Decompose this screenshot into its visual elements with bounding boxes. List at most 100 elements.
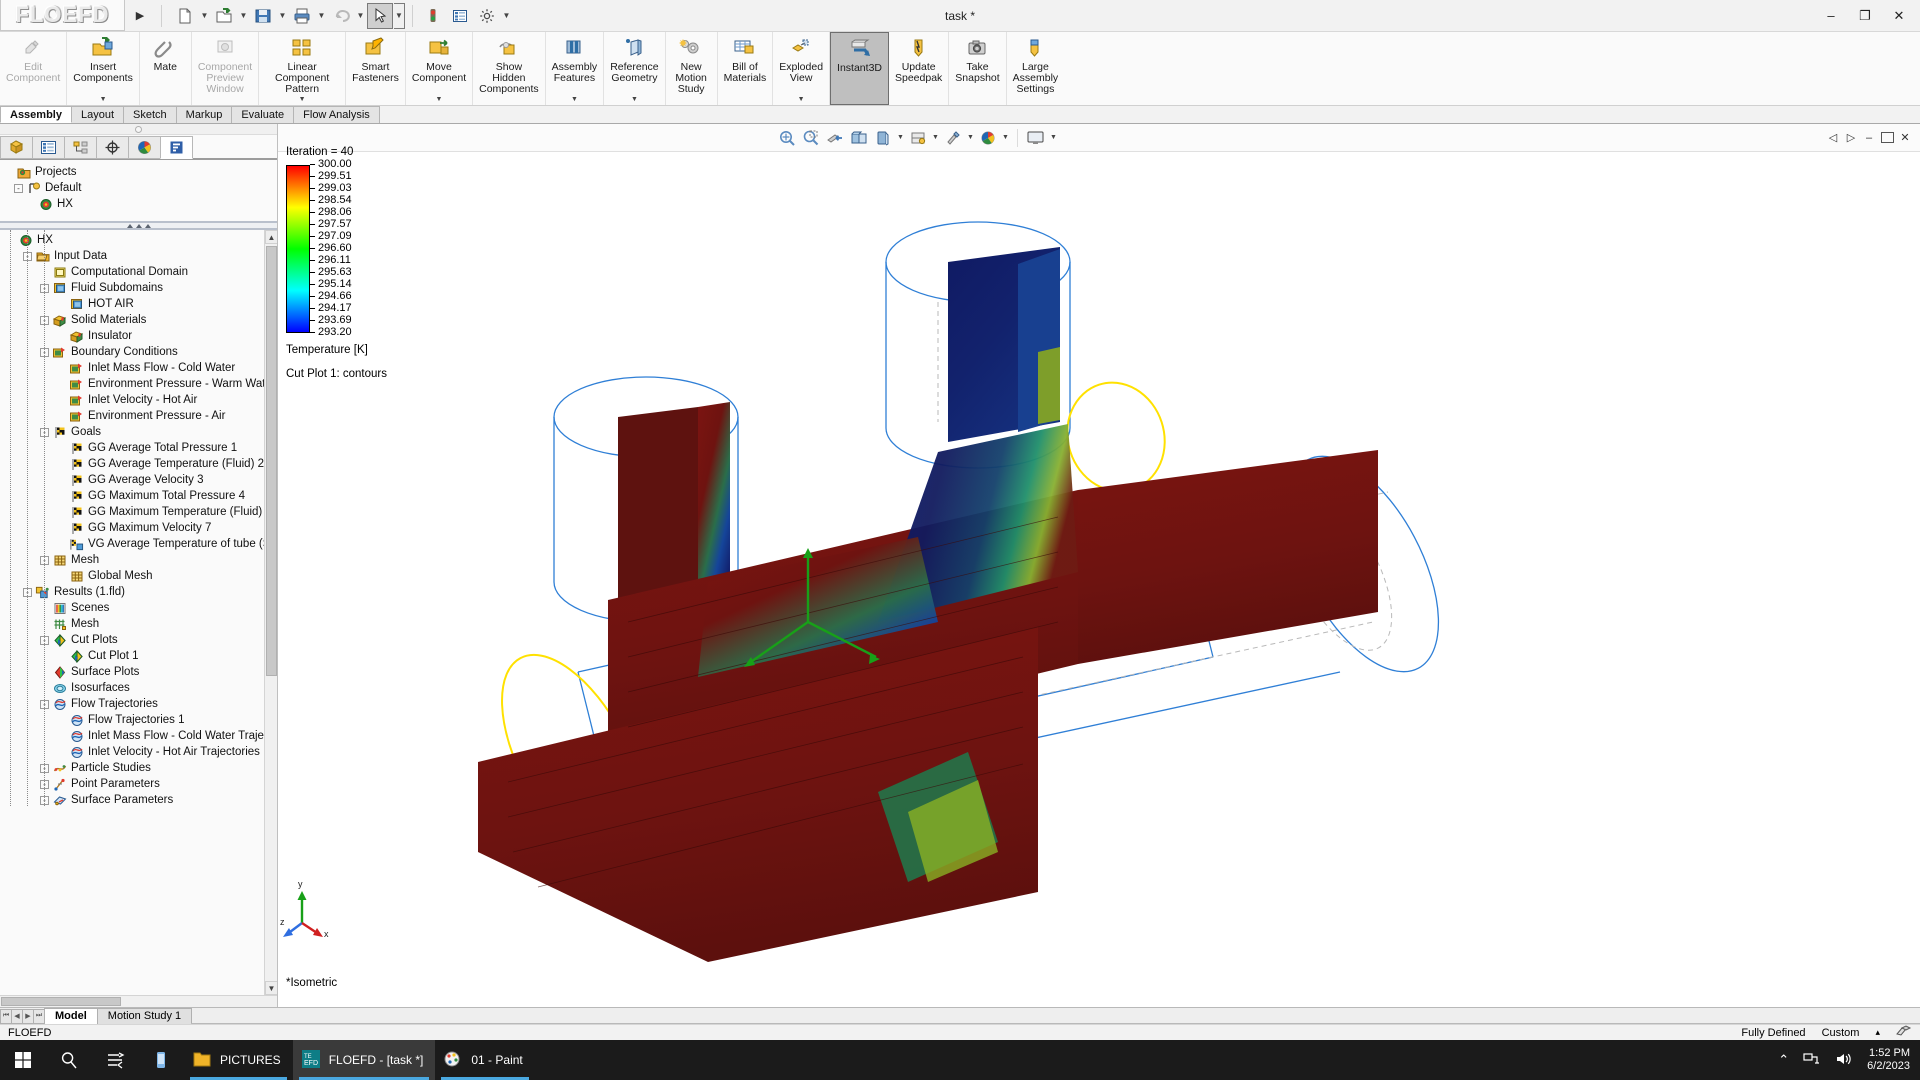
tree-node-results-1-fld[interactable]: - Results (1.fld) [0, 584, 277, 600]
chevron-down-icon[interactable]: ▼ [1049, 134, 1058, 141]
new-file-caret[interactable]: ▼ [199, 3, 210, 29]
ribbon-assembly-features[interactable]: Assembly Features ▼ [546, 32, 605, 105]
ribbon-show-hidden-components[interactable]: Show Hidden Components [473, 32, 546, 105]
tree-node-gg-maximum-total-pressure-4[interactable]: GG Maximum Total Pressure 4 [0, 488, 277, 504]
traffic-light-icon[interactable] [420, 3, 446, 29]
tree-node-inlet-velocity-hot-air-trajectories[interactable]: Inlet Velocity - Hot Air Trajectories [0, 744, 277, 760]
ribbon-mate[interactable]: Mate [140, 32, 192, 105]
tree-node-mesh[interactable]: - Mesh [0, 552, 277, 568]
widgets-icon[interactable] [138, 1040, 184, 1080]
gear-icon[interactable] [474, 3, 500, 29]
ribbon-take-snapshot[interactable]: Take Snapshot [949, 32, 1007, 105]
tab-evaluate[interactable]: Evaluate [231, 106, 295, 123]
feature-manager-tab[interactable] [0, 136, 33, 159]
zoom-fit-icon[interactable] [776, 127, 798, 149]
ribbon-instant3d[interactable]: Instant3D [830, 32, 889, 105]
tree-node-vg-average-temperature-of-tube-solid[interactable]: VG Average Temperature of tube (Solid) [0, 536, 277, 552]
hide-show-icon[interactable] [907, 127, 929, 149]
tab-sketch[interactable]: Sketch [123, 106, 177, 123]
tab-flow-analysis[interactable]: Flow Analysis [293, 106, 380, 123]
tree-expander[interactable]: - [14, 183, 23, 193]
restore-button[interactable]: ❐ [1848, 1, 1882, 31]
view-orientation-icon[interactable] [848, 127, 870, 149]
tree-node-scenes[interactable]: Scenes [0, 600, 277, 616]
scene-sphere-icon[interactable] [977, 127, 999, 149]
taskbar-app-floefd[interactable]: TE EFD FLOEFD - [task *] [292, 1040, 436, 1080]
ribbon-insert-components[interactable]: Insert Components ▼ [67, 32, 140, 105]
taskbar-app-paint[interactable]: 01 - Paint [435, 1040, 534, 1080]
appearance-icon[interactable] [942, 127, 964, 149]
prev-document-button[interactable]: ◁ [1825, 129, 1841, 147]
gear-caret[interactable]: ▼ [501, 3, 512, 29]
tree-node-gg-maximum-velocity-7[interactable]: GG Maximum Velocity 7 [0, 520, 277, 536]
save-disk-caret[interactable]: ▼ [277, 3, 288, 29]
minimize-button[interactable]: – [1814, 1, 1848, 31]
tree-node-point-parameters[interactable]: - Point Parameters [0, 776, 277, 792]
taskbar-app-pictures[interactable]: PICTURES [184, 1040, 293, 1080]
chevron-down-icon[interactable]: ▼ [571, 96, 578, 105]
tree-node-projects[interactable]: Projects [0, 164, 277, 180]
tree-horizontal-scrollbar[interactable] [0, 995, 277, 1007]
tree-section-splitter[interactable] [0, 221, 277, 230]
undo-caret[interactable]: ▼ [355, 3, 366, 29]
hscroll-thumb[interactable] [1, 997, 121, 1006]
monitor-icon[interactable] [1025, 127, 1047, 149]
close-button[interactable]: ✕ [1882, 1, 1916, 31]
expand-ribbon-caret[interactable]: ▶ [125, 9, 155, 22]
graphics-viewport[interactable]: ▼ ▼ ▼ ▼ ▼ ◁ ▷ – ✕ Iteration = 40 300.00 … [278, 124, 1920, 1007]
tree-node-particle-studies[interactable]: - Particle Studies [0, 760, 277, 776]
task-view-icon[interactable] [92, 1040, 138, 1080]
scroll-thumb[interactable] [266, 246, 277, 676]
ribbon-smart-fasteners[interactable]: Smart Fasteners [346, 32, 406, 105]
panel-splitter-top[interactable] [0, 124, 277, 135]
display-manager-tab[interactable] [128, 136, 161, 159]
tree-node-surface-plots[interactable]: Surface Plots [0, 664, 277, 680]
printer-icon[interactable] [289, 3, 315, 29]
tree-node-goals[interactable]: - Goals [0, 424, 277, 440]
tree-node-environment-pressure-air[interactable]: Environment Pressure - Air [0, 408, 277, 424]
scroll-down-arrow-icon[interactable]: ▼ [265, 981, 277, 995]
ribbon-exploded-view[interactable]: Exploded View ▼ [773, 32, 831, 105]
configuration-manager-tab[interactable] [64, 136, 97, 159]
display-style-icon[interactable] [872, 127, 894, 149]
tree-node-cut-plots[interactable]: - Cut Plots [0, 632, 277, 648]
start-icon[interactable] [0, 1040, 46, 1080]
cfd-model-render[interactable] [278, 152, 1918, 1052]
tab-layout[interactable]: Layout [70, 106, 125, 123]
tree-node-boundary-conditions[interactable]: - Boundary Conditions [0, 344, 277, 360]
undo-arrow-icon[interactable] [328, 3, 354, 29]
tree-node-flow-trajectories-1[interactable]: Flow Trajectories 1 [0, 712, 277, 728]
property-manager-tab[interactable] [32, 136, 65, 159]
tree-node-hot-air[interactable]: HOT AIR [0, 296, 277, 312]
flow-simulation-tree[interactable]: HX - Input Data Computational Domain - Fluid … [0, 230, 277, 995]
zoom-area-icon[interactable] [800, 127, 822, 149]
tree-node-hx[interactable]: HX [0, 232, 277, 248]
tree-node-mesh[interactable]: Mesh [0, 616, 277, 632]
tree-node-gg-maximum-temperature-fluid-5[interactable]: GG Maximum Temperature (Fluid) 5 [0, 504, 277, 520]
ribbon-edit-component[interactable]: Edit Component [0, 32, 68, 105]
chevron-down-icon[interactable]: ▼ [100, 96, 107, 105]
tree-node-inlet-mass-flow-cold-water-trajectories[interactable]: Inlet Mass Flow - Cold Water Trajectorie… [0, 728, 277, 744]
tab-assembly[interactable]: Assembly [0, 106, 72, 123]
graphics-restore-button[interactable] [1879, 129, 1895, 147]
volume-icon[interactable] [1835, 1051, 1853, 1070]
new-file-icon[interactable] [172, 3, 198, 29]
cursor-caret[interactable]: ▼ [394, 2, 405, 29]
ribbon-component-preview-window[interactable]: Component Preview Window [192, 32, 260, 105]
flow-analysis-tab[interactable] [160, 136, 193, 159]
list-panel-icon[interactable] [447, 3, 473, 29]
network-icon[interactable] [1803, 1051, 1821, 1070]
tree-node-gg-average-total-pressure-1[interactable]: GG Average Total Pressure 1 [0, 440, 277, 456]
ribbon-reference-geometry[interactable]: Reference Geometry ▼ [604, 32, 666, 105]
ribbon-new-motion-study[interactable]: New Motion Study [666, 32, 718, 105]
search-icon[interactable] [46, 1040, 92, 1080]
open-folder-caret[interactable]: ▼ [238, 3, 249, 29]
tree-vertical-scrollbar[interactable]: ▲ ▼ [264, 230, 277, 995]
tab-markup[interactable]: Markup [175, 106, 233, 123]
tree-node-default[interactable]: - Default [0, 180, 277, 196]
tree-node-isosurfaces[interactable]: Isosurfaces [0, 680, 277, 696]
tree-node-flow-trajectories[interactable]: - Flow Trajectories [0, 696, 277, 712]
chevron-down-icon[interactable]: ▼ [966, 134, 975, 141]
section-view-icon[interactable] [824, 127, 846, 149]
tree-node-fluid-subdomains[interactable]: - Fluid Subdomains [0, 280, 277, 296]
